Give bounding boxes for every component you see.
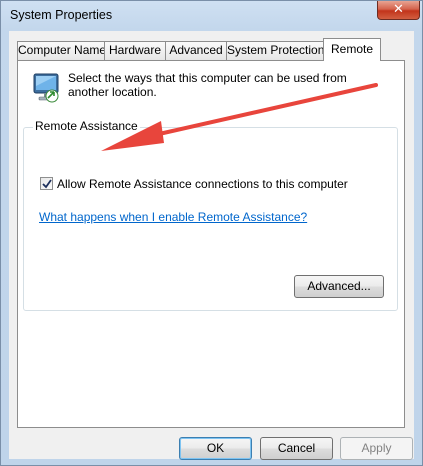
remote-description: Select the ways that this computer can b… (68, 71, 347, 99)
allow-remote-assistance-label[interactable]: Allow Remote Assistance connections to t… (57, 177, 348, 191)
tab-label: Computer Name (18, 43, 107, 57)
tab-advanced[interactable]: Advanced (165, 41, 227, 60)
close-icon: ✕ (393, 2, 404, 17)
tab-system-protection[interactable]: System Protection (226, 41, 324, 60)
tab-computer-name[interactable]: Computer Name (17, 41, 107, 60)
remote-assistance-help-link[interactable]: What happens when I enable Remote Assist… (39, 210, 307, 224)
tab-hardware[interactable]: Hardware (104, 41, 166, 60)
remote-assistance-group-title: Remote Assistance (33, 119, 140, 133)
advanced-button[interactable]: Advanced... (294, 275, 384, 298)
window-title: System Properties (10, 8, 113, 22)
title-bar[interactable]: System Properties ✕ (1, 1, 422, 31)
cancel-button[interactable]: Cancel (260, 437, 333, 460)
allow-remote-assistance-checkbox[interactable] (40, 177, 53, 190)
system-properties-window: System Properties ✕ Computer Name Hardwa… (0, 0, 423, 466)
apply-button[interactable]: Apply (340, 437, 413, 460)
checkmark-icon (42, 179, 52, 189)
close-button[interactable]: ✕ (377, 1, 420, 20)
tab-label: Advanced (169, 43, 223, 57)
tab-label: System Protection (227, 43, 325, 57)
tab-label: Hardware (108, 43, 162, 57)
tab-label: Remote (330, 42, 374, 56)
ok-button[interactable]: OK (179, 437, 252, 460)
remote-tab-panel: Select the ways that this computer can b… (17, 60, 405, 428)
dialog-client-area: Computer Name Hardware Advanced System P… (9, 31, 414, 460)
tab-remote[interactable]: Remote (323, 38, 381, 61)
remote-computer-icon (33, 73, 59, 103)
